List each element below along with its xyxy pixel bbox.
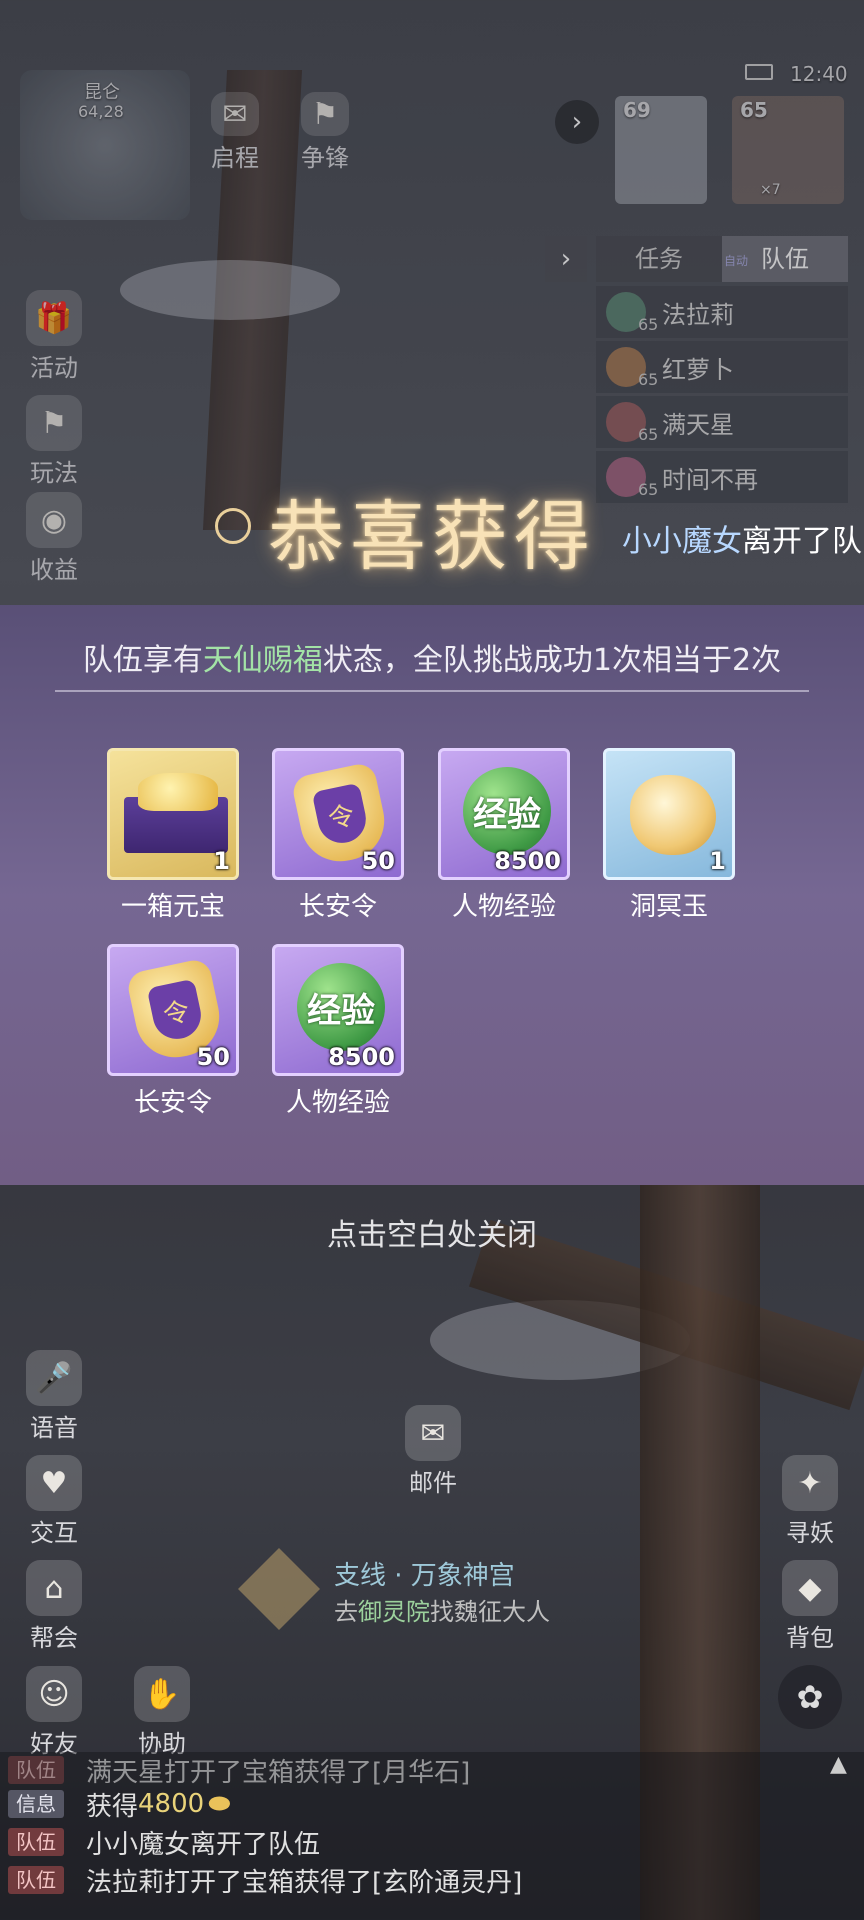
item-slot: 经验 8500 bbox=[272, 944, 404, 1076]
item-name: 长安令 bbox=[298, 892, 377, 922]
exp-orb-icon: 经验 bbox=[463, 767, 551, 855]
item-slot: 1 bbox=[603, 748, 735, 880]
quest-title: 支线 · 万象神宫 bbox=[334, 1561, 515, 1591]
bag-button[interactable]: ◆ 背包 bbox=[770, 1560, 850, 1653]
chat-message: 队伍 小小魔女离开了队伍 bbox=[8, 1824, 320, 1860]
item-slot: 令 50 bbox=[107, 944, 239, 1076]
item-slot: 1 bbox=[107, 748, 239, 880]
item-slot: 经验 8500 bbox=[438, 748, 570, 880]
item-name: 一箱元宝 bbox=[120, 892, 225, 922]
heart-hand-icon: ♥ bbox=[26, 1455, 82, 1511]
hunt-button[interactable]: ✦ 寻妖 bbox=[770, 1455, 850, 1548]
quest-tracker[interactable]: 支线 · 万象神宫 去御灵院找魏征大人 bbox=[334, 1555, 694, 1626]
item-count: 8500 bbox=[328, 1043, 395, 1071]
friends-icon: ☺ bbox=[26, 1666, 82, 1722]
item-count: 50 bbox=[196, 1043, 230, 1071]
pavilion-icon: ⌂ bbox=[26, 1560, 82, 1616]
friends-button[interactable]: ☺ 好友 bbox=[14, 1666, 94, 1759]
chat-message: 队伍 满天星打开了宝箱获得了[月华石] bbox=[8, 1752, 470, 1788]
item-name: 洞冥玉 bbox=[629, 892, 708, 922]
system-toast: 小小魔女离开了队 bbox=[622, 524, 862, 559]
item-name: 人物经验 bbox=[285, 1088, 390, 1118]
mail-icon: ✉ bbox=[405, 1405, 461, 1461]
reward-item[interactable]: 令 50 长安令 bbox=[107, 944, 239, 1119]
ingot-icon: ⬬ bbox=[208, 1788, 231, 1819]
jade-icon bbox=[630, 775, 716, 855]
bag-icon: ◆ bbox=[782, 1560, 838, 1616]
item-name: 人物经验 bbox=[451, 892, 556, 922]
item-count: 50 bbox=[361, 847, 395, 875]
voice-label: 语音 bbox=[30, 1414, 78, 1442]
assist-button[interactable]: ✋ 协助 bbox=[122, 1666, 202, 1759]
guild-label: 帮会 bbox=[30, 1624, 78, 1652]
guild-button[interactable]: ⌂ 帮会 bbox=[14, 1560, 94, 1653]
microphone-icon: 🎤 bbox=[26, 1350, 82, 1406]
reward-item[interactable]: 令 50 长安令 bbox=[272, 748, 404, 923]
fox-icon: ✦ bbox=[782, 1455, 838, 1511]
bag-label: 背包 bbox=[786, 1624, 834, 1652]
interact-label: 交互 bbox=[30, 1519, 78, 1547]
item-name: 长安令 bbox=[133, 1088, 212, 1118]
reward-item[interactable]: 经验 8500 人物经验 bbox=[272, 944, 404, 1119]
mail-label: 邮件 bbox=[409, 1469, 457, 1497]
reward-item[interactable]: 1 一箱元宝 bbox=[107, 748, 239, 923]
item-count: 1 bbox=[213, 847, 230, 875]
exp-orb-icon: 经验 bbox=[297, 963, 385, 1051]
chat-message: 信息 获得 4800 ⬬ bbox=[8, 1786, 230, 1822]
reward-item[interactable]: 1 洞冥玉 bbox=[603, 748, 735, 923]
close-hint[interactable]: 点击空白处关闭 bbox=[0, 1210, 864, 1254]
item-slot: 令 50 bbox=[272, 748, 404, 880]
voice-button[interactable]: 🎤 语音 bbox=[14, 1350, 94, 1443]
flower-icon: ✿ bbox=[796, 1678, 824, 1716]
divider bbox=[55, 690, 809, 692]
chat-expand-button[interactable]: ▲ bbox=[830, 1752, 847, 1777]
hunt-label: 寻妖 bbox=[786, 1519, 834, 1547]
handshake-icon: ✋ bbox=[134, 1666, 190, 1722]
chat-message: 队伍 法拉莉打开了宝箱获得了[玄阶通灵丹] bbox=[8, 1862, 522, 1898]
item-count: 1 bbox=[709, 847, 726, 875]
interact-button[interactable]: ♥ 交互 bbox=[14, 1455, 94, 1548]
reward-item[interactable]: 经验 8500 人物经验 bbox=[438, 748, 570, 923]
quest-desc: 去御灵院找魏征大人 bbox=[334, 1598, 550, 1626]
chevron-up-icon: ▲ bbox=[830, 1752, 847, 1777]
item-count: 8500 bbox=[494, 847, 561, 875]
skill-button[interactable]: ✿ bbox=[778, 1665, 842, 1729]
buff-description: 队伍享有天仙赐福状态，全队挑战成功1次相当于2次 bbox=[82, 643, 782, 678]
mail-button[interactable]: ✉ 邮件 bbox=[393, 1405, 473, 1498]
